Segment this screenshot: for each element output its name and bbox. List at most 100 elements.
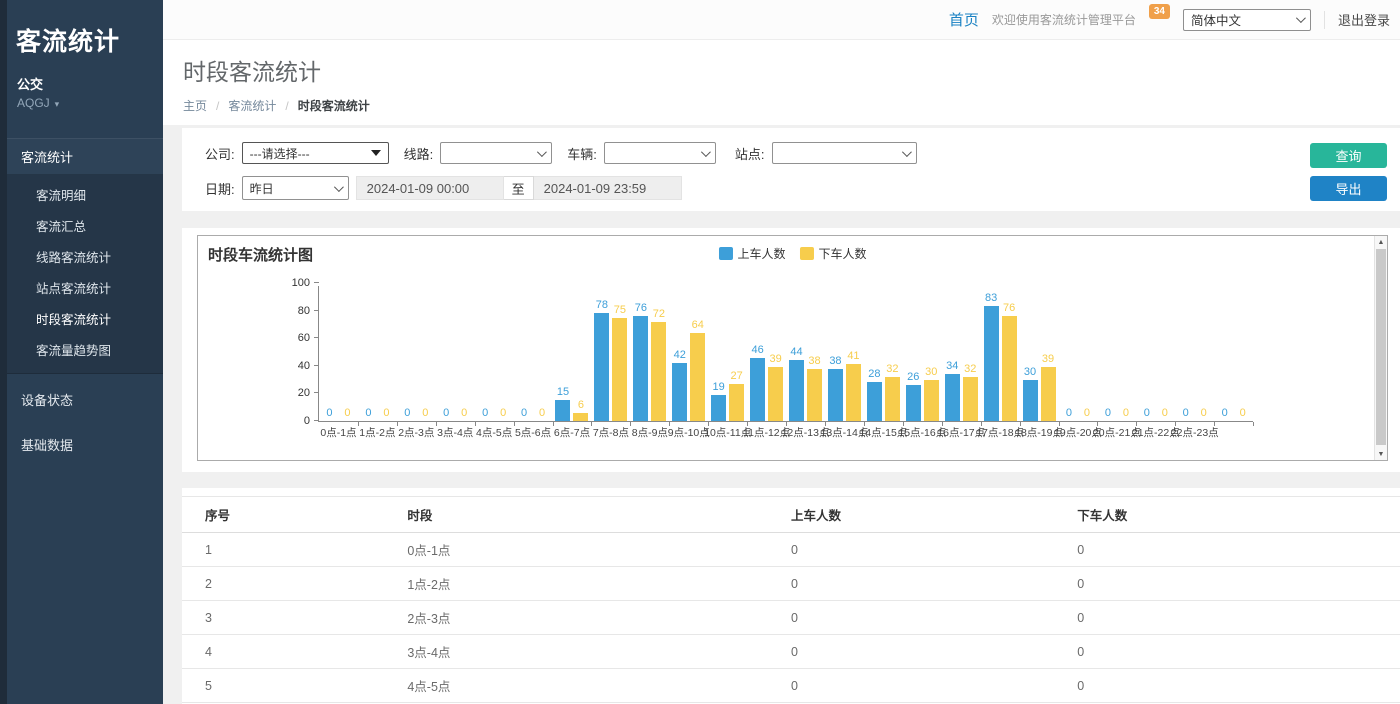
company-select-value: ---请选择--- bbox=[250, 145, 310, 162]
sidebar-subitem[interactable]: 客流量趋势图 bbox=[0, 334, 163, 365]
bar-group: 42649点-10点 bbox=[669, 286, 708, 421]
language-select-value: 简体中文 bbox=[1191, 10, 1241, 29]
language-select[interactable]: 简体中文 bbox=[1183, 9, 1311, 31]
scroll-down-icon[interactable]: ▼ bbox=[1375, 448, 1387, 460]
sidebar-subitem[interactable]: 客流汇总 bbox=[0, 210, 163, 241]
line-label: 线路: bbox=[404, 144, 434, 163]
bar-value-label: 41 bbox=[847, 350, 859, 363]
bar-group: 00 bbox=[1214, 286, 1253, 421]
bar[interactable] bbox=[612, 318, 627, 422]
x-axis-label: 3点-4点 bbox=[437, 425, 473, 440]
org-code-label: AQGJ bbox=[17, 96, 50, 110]
table-row: 43点-4点00 bbox=[182, 635, 1400, 669]
y-axis-label: 100 bbox=[280, 277, 310, 289]
date-preset-select[interactable]: 昨日 bbox=[242, 176, 349, 200]
table-row: 10点-1点00 bbox=[182, 533, 1400, 567]
x-axis-label: 22点-23点 bbox=[1171, 425, 1219, 440]
chevron-down-icon: ▾ bbox=[55, 99, 60, 110]
bar[interactable] bbox=[672, 363, 687, 421]
company-select[interactable]: ---请选择--- bbox=[242, 142, 389, 164]
vehicle-select[interactable] bbox=[604, 142, 716, 164]
bar[interactable] bbox=[984, 306, 999, 421]
table-cell: 4点-5点 bbox=[407, 669, 791, 703]
bar[interactable] bbox=[1002, 316, 1017, 421]
table-cell: 0 bbox=[1077, 635, 1400, 669]
bar[interactable] bbox=[1023, 380, 1038, 421]
bar[interactable] bbox=[729, 384, 744, 421]
bar[interactable] bbox=[555, 400, 570, 421]
bar[interactable] bbox=[828, 369, 843, 421]
bar-value-label: 0 bbox=[1084, 407, 1090, 420]
org-name: 公交 bbox=[0, 58, 163, 93]
bar-value-label: 30 bbox=[925, 366, 937, 379]
chart-panel: 时段车流统计图 上车人数下车人数 020406080100000点-1点001点… bbox=[182, 228, 1400, 472]
bar-value-label: 46 bbox=[751, 344, 763, 357]
bar[interactable] bbox=[963, 377, 978, 421]
breadcrumb-home[interactable]: 主页 bbox=[183, 97, 207, 114]
bar[interactable] bbox=[633, 316, 648, 421]
welcome-text: 欢迎使用客流统计管理平台 bbox=[992, 11, 1136, 28]
logout-link[interactable]: 退出登录 bbox=[1338, 10, 1390, 29]
x-axis-label: 2点-3点 bbox=[398, 425, 434, 440]
bar-value-label: 0 bbox=[404, 407, 410, 420]
table-cell: 5 bbox=[182, 669, 407, 703]
org-code-dropdown[interactable]: AQGJ ▾ bbox=[0, 93, 163, 110]
query-button[interactable]: 查询 bbox=[1310, 143, 1387, 168]
sidebar-subitem[interactable]: 线路客流统计 bbox=[0, 241, 163, 272]
sidebar-section-passenger-stats[interactable]: 客流统计 bbox=[0, 138, 163, 175]
y-axis-label: 60 bbox=[280, 332, 310, 344]
x-axis-label: 8点-9点 bbox=[632, 425, 668, 440]
bar[interactable] bbox=[750, 358, 765, 421]
bar[interactable] bbox=[885, 377, 900, 421]
bar[interactable] bbox=[573, 413, 588, 421]
sidebar-item[interactable]: 设备状态 bbox=[0, 380, 163, 419]
station-select[interactable] bbox=[772, 142, 917, 164]
legend-item[interactable]: 上车人数 bbox=[718, 245, 785, 262]
scrollbar-thumb[interactable] bbox=[1376, 249, 1386, 445]
home-link[interactable]: 首页 bbox=[949, 9, 979, 30]
chart-scrollbar[interactable]: ▲ ▼ bbox=[1374, 236, 1387, 460]
bar[interactable] bbox=[807, 369, 822, 421]
bar-group: 1566点-7点 bbox=[553, 286, 592, 421]
bar-group: 001点-2点 bbox=[358, 286, 397, 421]
bar[interactable] bbox=[789, 360, 804, 421]
bar[interactable] bbox=[594, 313, 609, 421]
y-axis-label: 0 bbox=[280, 415, 310, 427]
legend-item[interactable]: 下车人数 bbox=[800, 245, 867, 262]
bar[interactable] bbox=[945, 374, 960, 421]
bar-value-label: 0 bbox=[521, 407, 527, 420]
bar[interactable] bbox=[651, 322, 666, 421]
export-button[interactable]: 导出 bbox=[1310, 176, 1387, 201]
scroll-up-icon[interactable]: ▲ bbox=[1375, 236, 1387, 248]
topbar: 首页 欢迎使用客流统计管理平台 34 简体中文 退出登录 bbox=[163, 0, 1400, 40]
table-row: 32点-3点00 bbox=[182, 601, 1400, 635]
sidebar-item[interactable]: 基础数据 bbox=[0, 425, 163, 464]
bar[interactable] bbox=[846, 364, 861, 421]
bar-value-label: 0 bbox=[326, 407, 332, 420]
sidebar-subitem[interactable]: 客流明细 bbox=[0, 179, 163, 210]
table-column-header: 上车人数 bbox=[791, 497, 1077, 533]
breadcrumb-current: 时段客流统计 bbox=[298, 97, 370, 114]
notification-badge[interactable]: 34 bbox=[1149, 4, 1170, 19]
bar[interactable] bbox=[711, 395, 726, 421]
bar[interactable] bbox=[1041, 367, 1056, 421]
bar[interactable] bbox=[906, 385, 921, 421]
bar[interactable] bbox=[690, 333, 705, 421]
sidebar-subitem[interactable]: 站点客流统计 bbox=[0, 272, 163, 303]
line-select[interactable] bbox=[440, 142, 552, 164]
bar-value-label: 0 bbox=[383, 407, 389, 420]
bar[interactable] bbox=[924, 380, 939, 421]
table-cell: 1 bbox=[182, 533, 407, 567]
breadcrumb: 主页 / 客流统计 / 时段客流统计 bbox=[183, 97, 1400, 114]
table-cell: 1点-2点 bbox=[407, 567, 791, 601]
bar-value-label: 38 bbox=[829, 355, 841, 368]
date-label: 日期: bbox=[205, 179, 235, 198]
date-from-input[interactable] bbox=[356, 176, 504, 200]
table-cell: 0 bbox=[791, 669, 1077, 703]
breadcrumb-passenger-stats[interactable]: 客流统计 bbox=[228, 97, 276, 114]
sidebar-subitem[interactable]: 时段客流统计 bbox=[0, 303, 163, 334]
bar[interactable] bbox=[867, 382, 882, 421]
bar[interactable] bbox=[768, 367, 783, 421]
bar-group: 0022点-23点 bbox=[1175, 286, 1214, 421]
date-to-input[interactable] bbox=[534, 176, 682, 200]
